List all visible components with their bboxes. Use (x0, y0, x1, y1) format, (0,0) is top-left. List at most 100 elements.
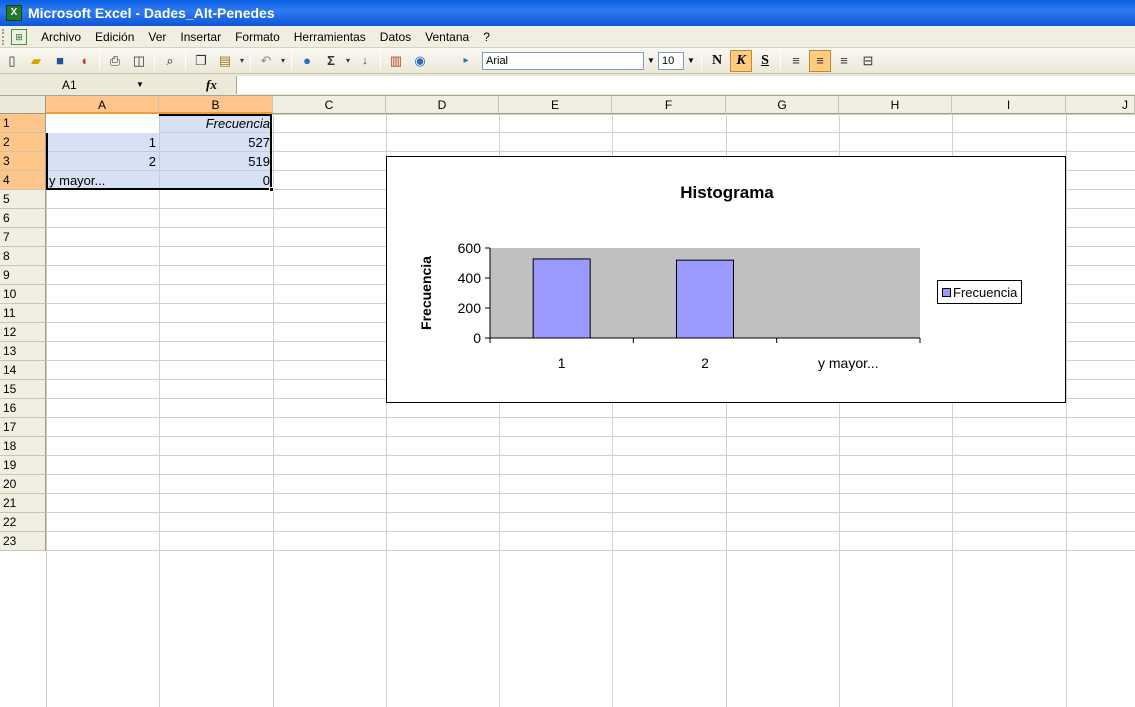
align-center-icon[interactable]: ≡ (809, 49, 831, 72)
column-header-e[interactable]: E (499, 96, 612, 114)
grid-row-line (46, 550, 1135, 551)
row-header-3[interactable]: 3 (0, 152, 46, 171)
menu-help[interactable]: ? (477, 28, 498, 46)
menu-ventana[interactable]: Ventana (419, 28, 477, 46)
row-header-5[interactable]: 5 (0, 190, 46, 209)
menu-grip-icon[interactable] (2, 28, 8, 45)
help-icon[interactable]: ◉ (409, 50, 431, 72)
row-header-11[interactable]: 11 (0, 304, 46, 323)
cell-b3[interactable]: 519 (159, 152, 273, 171)
row-header-10[interactable]: 10 (0, 285, 46, 304)
cell-b1[interactable]: Frecuencia (159, 114, 273, 133)
column-header-a[interactable]: A (46, 96, 159, 114)
row-header-1[interactable]: 1 (0, 114, 46, 133)
workbook-icon[interactable]: ⊞ (11, 28, 27, 45)
column-header-f[interactable]: F (612, 96, 726, 114)
hyperlink-icon[interactable]: ● (296, 50, 318, 72)
undo-dropdown-icon[interactable]: ▾ (278, 56, 288, 65)
copy-icon[interactable]: ❐ (190, 50, 212, 72)
font-name-dropdown-icon[interactable]: ▼ (644, 52, 658, 70)
font-size-dropdown-icon[interactable]: ▼ (684, 52, 698, 70)
row-header-19[interactable]: 19 (0, 456, 46, 475)
y-tick-label: 600 (458, 240, 482, 256)
font-name-field[interactable]: Arial (482, 51, 644, 70)
column-header-g[interactable]: G (726, 96, 839, 114)
excel-icon[interactable]: X (6, 5, 22, 21)
font-size-field[interactable]: 10 (658, 51, 684, 70)
permission-icon[interactable]: ◖ (73, 50, 95, 72)
menu-datos[interactable]: Datos (374, 28, 419, 46)
toolbar-separator (154, 51, 155, 70)
row-header-15[interactable]: 15 (0, 380, 46, 399)
undo-icon[interactable]: ↶ (255, 50, 277, 72)
cell-a4[interactable]: y mayor... (46, 171, 159, 190)
bold-button[interactable]: N (706, 50, 728, 72)
toolbar-options-icon[interactable]: ▸ (455, 50, 477, 72)
cell-a3[interactable]: 2 (46, 152, 159, 171)
name-box-dropdown-icon[interactable]: ▼ (136, 80, 144, 89)
row-header-4[interactable]: 4 (0, 171, 46, 190)
paste-icon[interactable]: ▤ (214, 50, 236, 72)
column-header-d[interactable]: D (386, 96, 499, 114)
paste-dropdown-icon[interactable]: ▾ (237, 56, 247, 65)
row-header-13[interactable]: 13 (0, 342, 46, 361)
toolbar-separator (780, 51, 781, 70)
toolbar-separator (701, 51, 702, 70)
column-header-h[interactable]: H (839, 96, 952, 114)
column-header-c[interactable]: C (273, 96, 386, 114)
research-icon[interactable]: ⌕ (159, 50, 181, 72)
row-header-12[interactable]: 12 (0, 323, 46, 342)
cell-b4[interactable]: 0 (159, 171, 273, 190)
row-header-9[interactable]: 9 (0, 266, 46, 285)
cell-b2[interactable]: 527 (159, 133, 273, 152)
autosum-icon[interactable]: Σ (320, 50, 342, 72)
merge-center-icon[interactable]: ⊟ (857, 50, 879, 72)
underline-button[interactable]: S (754, 50, 776, 72)
print-preview-icon[interactable]: ◫ (128, 50, 150, 72)
row-header-23[interactable]: 23 (0, 532, 46, 551)
active-cell-a1[interactable] (46, 114, 159, 133)
row-header-7[interactable]: 7 (0, 228, 46, 247)
sort-ascending-icon[interactable]: ↓ (354, 50, 376, 72)
grid-row-line (46, 436, 1135, 437)
row-header-17[interactable]: 17 (0, 418, 46, 437)
new-document-icon[interactable]: ▯ (1, 50, 23, 72)
row-header-8[interactable]: 8 (0, 247, 46, 266)
row-header-22[interactable]: 22 (0, 513, 46, 532)
insert-function-icon[interactable]: fx (206, 77, 236, 93)
legend-swatch (942, 287, 951, 297)
column-header-i[interactable]: I (952, 96, 1066, 114)
formula-input[interactable] (236, 75, 1135, 94)
column-header-b[interactable]: B (159, 96, 273, 114)
menu-ver[interactable]: Ver (142, 28, 174, 46)
align-left-icon[interactable]: ≡ (785, 50, 807, 72)
standard-toolbar: ▯ ▰ ■ ◖ ⎙ ◫ ⌕ ❐ ▤ ▾ ↶ ▾ ● Σ ▾ ↓ ▥ ◉ ▸ Ar… (0, 48, 1135, 74)
chart-wizard-icon[interactable]: ▥ (385, 50, 407, 72)
y-tick-label: 0 (473, 330, 481, 346)
row-header-2[interactable]: 2 (0, 133, 46, 152)
menu-edicion[interactable]: Edición (89, 28, 142, 46)
row-header-21[interactable]: 21 (0, 494, 46, 513)
align-right-icon[interactable]: ≡ (833, 50, 855, 72)
open-folder-icon[interactable]: ▰ (25, 50, 47, 72)
row-header-16[interactable]: 16 (0, 399, 46, 418)
histogram-chart[interactable]: Histograma 0 200 400 600 Frecuencia 1 2 y mayor… (386, 156, 1066, 403)
menu-archivo[interactable]: Archivo (35, 28, 89, 46)
menu-herramientas[interactable]: Herramientas (288, 28, 374, 46)
name-box[interactable]: A1 ▼ (46, 75, 206, 94)
row-header-20[interactable]: 20 (0, 475, 46, 494)
select-all-corner[interactable] (0, 96, 46, 114)
menu-formato[interactable]: Formato (229, 28, 288, 46)
legend-label: Frecuencia (953, 284, 1018, 300)
chart-legend[interactable]: Frecuencia (937, 280, 1023, 304)
save-icon[interactable]: ■ (49, 50, 71, 72)
menu-insertar[interactable]: Insertar (174, 28, 229, 46)
cell-a2[interactable]: 1 (46, 133, 159, 152)
column-header-j[interactable]: J (1066, 96, 1135, 114)
row-header-14[interactable]: 14 (0, 361, 46, 380)
row-header-6[interactable]: 6 (0, 209, 46, 228)
row-header-18[interactable]: 18 (0, 437, 46, 456)
italic-button[interactable]: K (730, 49, 752, 72)
print-icon[interactable]: ⎙ (104, 50, 126, 72)
autosum-dropdown-icon[interactable]: ▾ (343, 56, 353, 65)
